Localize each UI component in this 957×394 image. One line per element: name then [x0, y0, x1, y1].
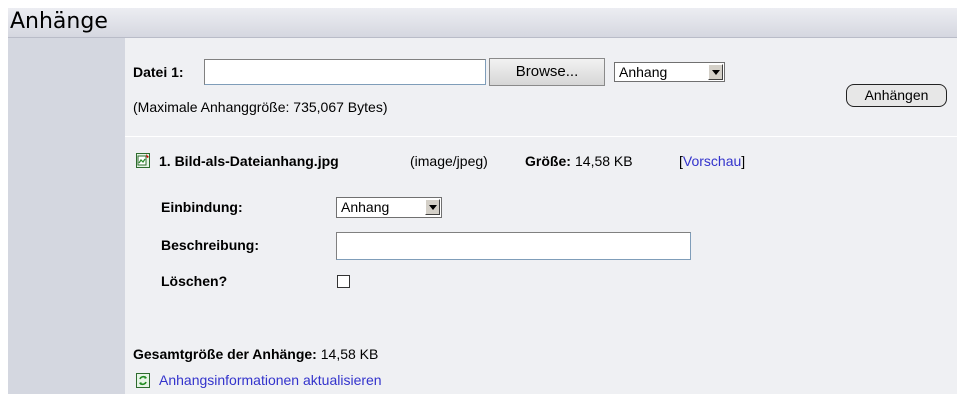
embedding-value: Anhang [341, 199, 390, 215]
divider [125, 136, 957, 137]
file-label: Datei 1: [133, 64, 184, 80]
max-size-note: (Maximale Anhanggröße: 735,067 Bytes) [133, 99, 388, 115]
size-value: 14,58 KB [575, 153, 633, 169]
embedding-select[interactable]: Anhang [336, 197, 442, 218]
attachment-filename: 1. Bild-als-Dateianhang.jpg [159, 153, 339, 169]
description-label: Beschreibung: [161, 237, 260, 253]
section-title: Anhänge [10, 9, 108, 34]
section-header: Anhänge [8, 8, 957, 38]
delete-checkbox[interactable] [337, 275, 350, 288]
attach-button[interactable]: Anhängen [846, 84, 947, 107]
image-file-icon [136, 153, 150, 168]
side-column [8, 38, 125, 394]
refresh-icon[interactable] [136, 373, 150, 388]
preview-link[interactable]: Vorschau [683, 153, 741, 169]
refresh-attachments-link[interactable]: Anhangsinformationen aktualisieren [159, 372, 382, 388]
delete-label: Löschen? [161, 273, 228, 289]
attachment-mimetype: (image/jpeg) [410, 153, 488, 169]
description-input[interactable] [336, 232, 691, 260]
preview-link-group: [Vorschau] [679, 153, 746, 169]
total-size-value: 14,58 KB [320, 346, 379, 362]
chevron-down-icon[interactable] [708, 64, 723, 80]
attachment-type-select[interactable]: Anhang [614, 62, 725, 82]
chevron-down-icon[interactable] [425, 199, 440, 215]
file-path-input[interactable] [204, 59, 486, 85]
attachments-panel [125, 38, 957, 394]
size-label: Größe: [525, 153, 571, 169]
attachment-type-value: Anhang [619, 64, 668, 80]
total-size-row: Gesamtgröße der Anhänge: 14,58 KB [133, 346, 378, 362]
total-size-label: Gesamtgröße der Anhänge: [133, 346, 317, 362]
embedding-label: Einbindung: [161, 199, 243, 215]
browse-button[interactable]: Browse... [489, 58, 605, 86]
